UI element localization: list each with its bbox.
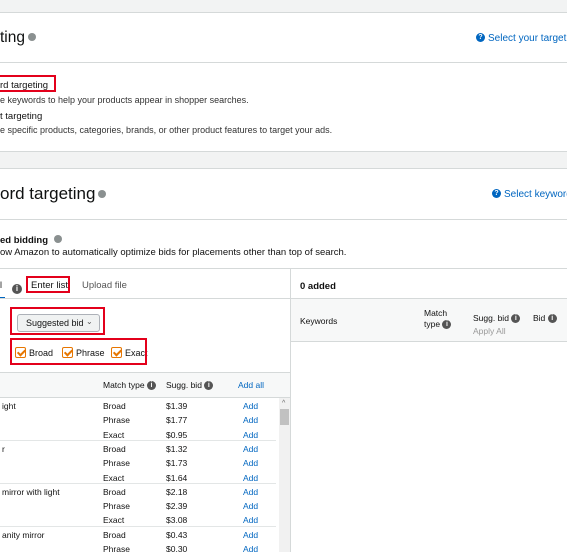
info-icon[interactable] [28, 32, 36, 41]
match-type-header: Match type i [103, 380, 156, 391]
match-type-cell: Phrase [103, 501, 130, 512]
sugg-bid-cell: $2.39 [166, 501, 188, 512]
bid-header: Bid i [533, 313, 557, 324]
highlight-box [10, 338, 147, 365]
keywords-header: Keywords [300, 316, 338, 326]
match-type-cell: Broad [103, 486, 126, 497]
divider [0, 62, 567, 63]
match-type-cell: Exact [103, 429, 125, 440]
sugg-bid-cell: $0.95 [166, 429, 188, 440]
help-icon: ? [492, 188, 501, 198]
sugg-bid-cell: $1.64 [166, 472, 188, 483]
divider [0, 372, 290, 373]
match-type-cell: Broad [103, 401, 126, 411]
divider [0, 219, 567, 220]
keyword-cell: ight [2, 401, 16, 411]
divider [291, 341, 567, 342]
table-row: r Broad $1.32 Add [0, 441, 276, 455]
keyword-targeting-desc: e keywords to help your products appear … [0, 95, 249, 105]
info-icon[interactable]: i [12, 280, 22, 298]
sugg-bid-header: Sugg. bid i [166, 380, 214, 391]
sugg-bid-cell: $0.30 [166, 544, 188, 552]
product-targeting-desc: e specific products, categories, brands,… [0, 125, 333, 135]
add-button[interactable]: Add [243, 530, 258, 540]
select-keyword-link[interactable]: ? Select keyword [492, 188, 567, 200]
match-type-cell: Exact [103, 515, 125, 526]
divider [0, 12, 567, 13]
product-targeting-option[interactable]: t targeting [0, 111, 42, 122]
sugg-bid-cell: $0.43 [166, 529, 188, 540]
select-targeting-link[interactable]: ? Select your targetin [476, 32, 567, 44]
add-button[interactable]: Add [243, 473, 258, 483]
add-button[interactable]: Add [243, 544, 258, 552]
sugg-bid-cell: $3.08 [166, 515, 188, 526]
info-icon[interactable] [98, 189, 107, 198]
info-icon[interactable] [53, 235, 62, 244]
help-icon: ? [476, 32, 485, 42]
table-row: mirror with light Broad $2.18 Add [0, 484, 276, 498]
add-button[interactable]: Add [243, 487, 258, 497]
match-type-header-right: Match type i [424, 308, 452, 330]
match-type-cell: Phrase [103, 458, 130, 469]
table-row: Exact $3.08 Add [0, 512, 276, 527]
match-type-cell: Broad [103, 529, 126, 540]
table-row: Phrase $2.39 Add [0, 498, 276, 512]
sugg-bid-header-right: Sugg. bid i [473, 313, 521, 324]
keyword-table-body: ight Broad $1.39 Add Phrase $1.77 Add Exact $0.9… [0, 398, 276, 552]
scrollbar-thumb[interactable] [280, 409, 289, 425]
bidding-desc: ow Amazon to automatically optimize bids… [0, 247, 347, 258]
table-row: Phrase $0.30 Add [0, 541, 276, 552]
add-button[interactable]: Add [243, 444, 258, 454]
add-button[interactable]: Add [243, 430, 258, 440]
section-gap [0, 152, 567, 168]
tab-upload-file[interactable]: Upload file [82, 280, 127, 291]
keyword-cell: anity mirror [2, 529, 45, 540]
keyword-cell: mirror with light [2, 486, 60, 497]
table-row: Phrase $1.77 Add [0, 412, 276, 426]
add-button[interactable]: Add [243, 501, 258, 511]
add-button[interactable]: Add [243, 415, 258, 425]
divider [0, 168, 567, 169]
table-row: ight Broad $1.39 Add [0, 398, 276, 412]
sugg-bid-cell: $1.32 [166, 443, 188, 454]
keyword-cell: r [2, 443, 5, 454]
add-button[interactable]: Add [243, 515, 258, 525]
sugg-bid-cell: $2.18 [166, 486, 188, 497]
add-button[interactable]: Add [243, 401, 258, 411]
match-type-cell: Broad [103, 443, 126, 454]
targeting-title: ting [0, 29, 36, 47]
bidding-title: ed bidding [0, 235, 62, 246]
match-type-cell: Phrase [103, 544, 130, 552]
apply-all-link[interactable]: Apply All [473, 326, 506, 336]
tab-suggested[interactable]: l [0, 280, 2, 290]
table-row: Phrase $1.73 Add [0, 455, 276, 469]
keyword-targeting-title: ord targeting [0, 184, 107, 204]
add-all-link[interactable]: Add all [238, 380, 264, 390]
highlight-box [26, 276, 70, 293]
match-type-cell: Phrase [103, 415, 130, 426]
scrollbar[interactable]: ^ [279, 398, 290, 552]
sugg-bid-cell: $1.39 [166, 401, 188, 411]
highlight-box [0, 75, 56, 92]
table-row: anity mirror Broad $0.43 Add [0, 527, 276, 541]
added-count: 0 added [300, 281, 336, 292]
top-band [0, 0, 567, 12]
sugg-bid-cell: $1.77 [166, 415, 188, 426]
sugg-bid-cell: $1.73 [166, 458, 188, 469]
add-button[interactable]: Add [243, 458, 258, 468]
match-type-cell: Exact [103, 472, 125, 483]
table-row: Exact $0.95 Add [0, 427, 276, 441]
divider [0, 268, 567, 269]
table-row: Exact $1.64 Add [0, 470, 276, 484]
highlight-box [10, 307, 105, 335]
